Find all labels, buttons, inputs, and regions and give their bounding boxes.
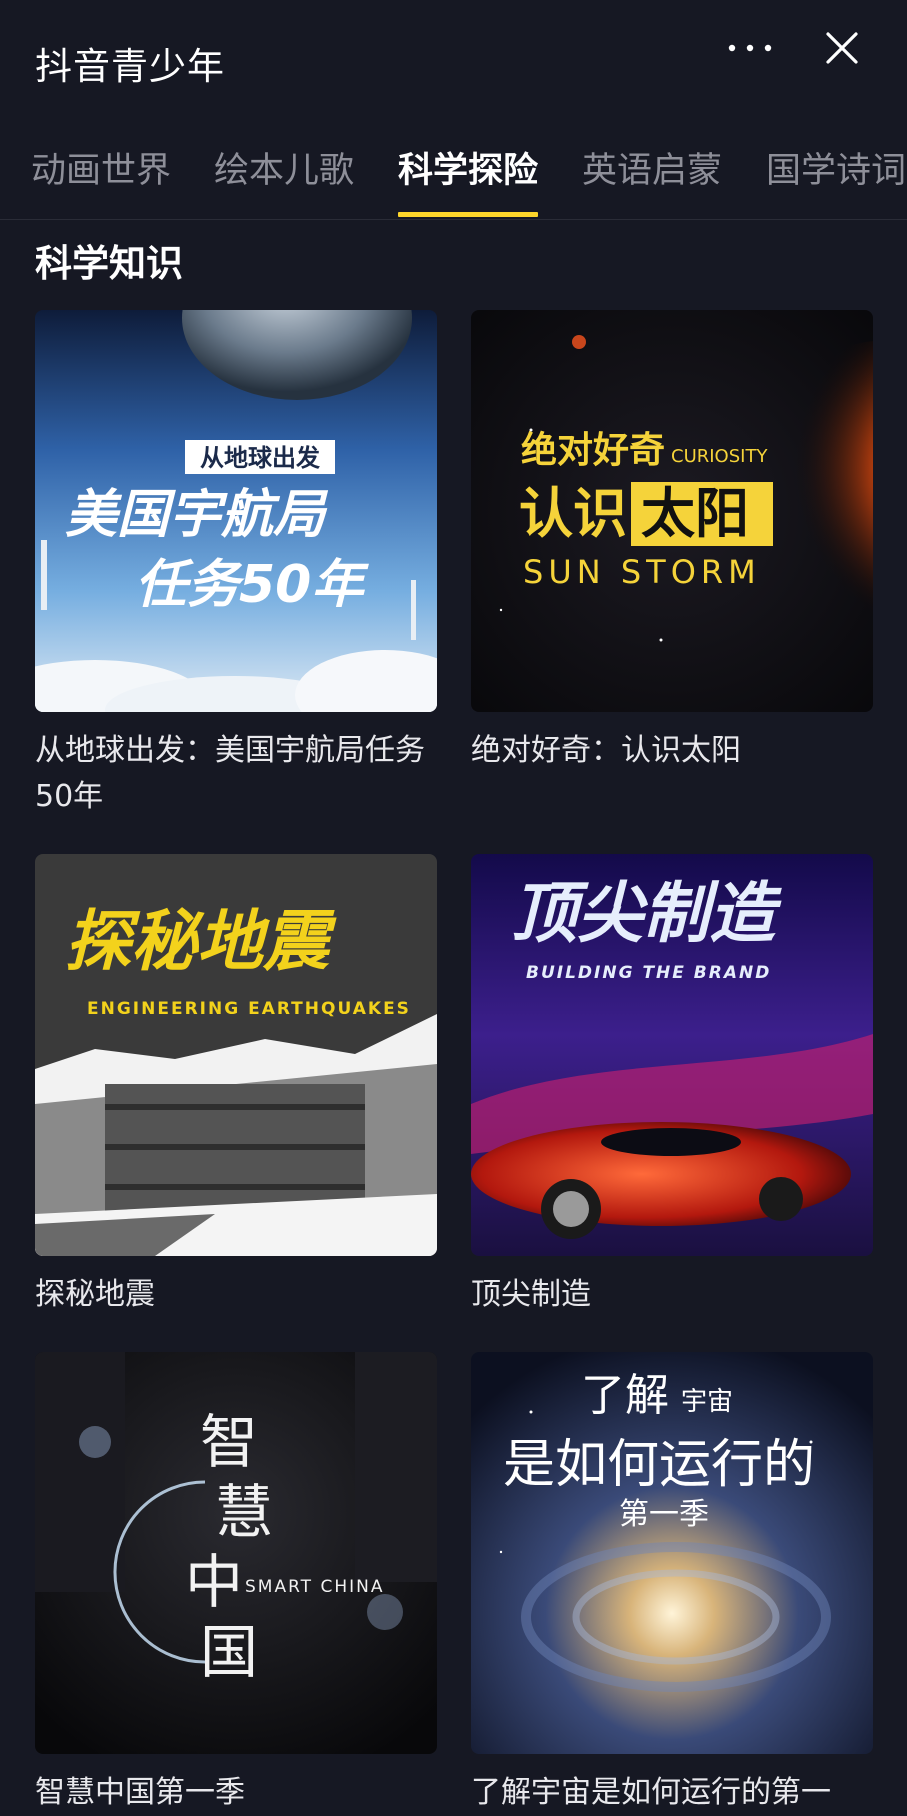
video-title: 绝对好奇：认识太阳 (471, 733, 741, 768)
divider (0, 219, 907, 220)
tab-picture-books-songs[interactable]: 绘本儿歌 (214, 142, 354, 193)
cover-title-line3: SUN STORM (523, 553, 761, 591)
cover-title-line1: 顶尖制造 (511, 875, 782, 952)
cover-title-line2: 是如何运行的 (503, 1435, 815, 1495)
category-tabs: 动画世界 绘本儿歌 科学探险 英语启蒙 国学诗词 (0, 130, 907, 218)
video-cover-image: 绝对好奇 CURIOSITY 认识 太阳 SUN STORM (471, 310, 873, 712)
cover-title-line3: 第一季 (619, 1497, 709, 1532)
cover-title-line1b: 宇宙 (681, 1387, 733, 1417)
section-title: 科学知识 (35, 242, 183, 285)
tab-english-enlightenment[interactable]: 英语启蒙 (582, 142, 722, 193)
cover-char-2: 慧 (215, 1478, 273, 1546)
video-title: 从地球出发：美国宇航局任务50年 (35, 733, 425, 814)
cover-title-line2: 任务50年 (135, 555, 369, 615)
tab-chinese-classics[interactable]: 国学诗词 (766, 142, 906, 193)
video-title: 顶尖制造 (471, 1277, 591, 1312)
app-title: 抖音青少年 (35, 45, 225, 88)
cover-char-4: 国 (200, 1618, 258, 1686)
video-card-universe[interactable]: 了解 宇宙 是如何运行的 第一季 了解宇宙是如何运行的第一 (471, 1352, 873, 1816)
tab-science-adventure[interactable]: 科学探险 (398, 142, 538, 193)
video-card-building-brand[interactable]: 顶尖制造 BUILDING THE BRAND 顶尖制造 (471, 854, 873, 1318)
cover-char-1: 智 (200, 1408, 258, 1476)
cover-en-text: SMART CHINA (245, 1577, 384, 1597)
video-card-nasa[interactable]: 从地球出发 美国宇航局 任务50年 从地球出发：美国宇航局任务50年 (35, 310, 437, 820)
more-button[interactable] (720, 24, 780, 74)
cover-title-line2: ENGINEERING EARTHQUAKES (87, 999, 411, 1019)
video-cover-image: 智 慧 中 国 SMART CHINA (35, 1352, 437, 1754)
more-horizontal-icon (728, 44, 772, 52)
video-cover-image: 从地球出发 美国宇航局 任务50年 (35, 310, 437, 712)
cover-title-line2b: 太阳 (641, 482, 749, 545)
video-title: 了解宇宙是如何运行的第一 (471, 1775, 831, 1810)
cover-title-line2a: 认识 (519, 482, 627, 545)
video-card-sun[interactable]: 绝对好奇 CURIOSITY 认识 太阳 SUN STORM 绝对好奇：认识太阳 (471, 310, 873, 774)
video-title: 智慧中国第一季 (35, 1775, 245, 1810)
cover-title-line2: BUILDING THE BRAND (526, 963, 771, 983)
cover-title-line1: 探秘地震 (65, 903, 337, 980)
header: 抖音青少年 (0, 0, 907, 115)
cover-char-3: 中 (185, 1548, 243, 1616)
video-cover-image: 顶尖制造 BUILDING THE BRAND (471, 854, 873, 1256)
close-icon (826, 32, 858, 64)
tab-animation-world[interactable]: 动画世界 (31, 142, 171, 193)
active-tab-indicator (398, 212, 538, 217)
cover-badge-text: 从地球出发 (200, 444, 320, 472)
video-card-smart-china[interactable]: 智 慧 中 国 SMART CHINA 智慧中国第一季 (35, 1352, 437, 1816)
video-cover-image: 了解 宇宙 是如何运行的 第一季 (471, 1352, 873, 1754)
cover-title-line1-en: CURIOSITY (671, 446, 768, 467)
video-title: 探秘地震 (35, 1277, 155, 1312)
cover-title-line1: 绝对好奇 (521, 429, 665, 471)
video-card-earthquake[interactable]: 探秘地震 ENGINEERING EARTHQUAKES 探秘地震 (35, 854, 437, 1318)
cover-title-line1: 美国宇航局 (65, 485, 329, 545)
video-cover-image: 探秘地震 ENGINEERING EARTHQUAKES (35, 854, 437, 1256)
close-button[interactable] (812, 22, 872, 78)
cover-title-line1a: 了解 (581, 1370, 669, 1421)
